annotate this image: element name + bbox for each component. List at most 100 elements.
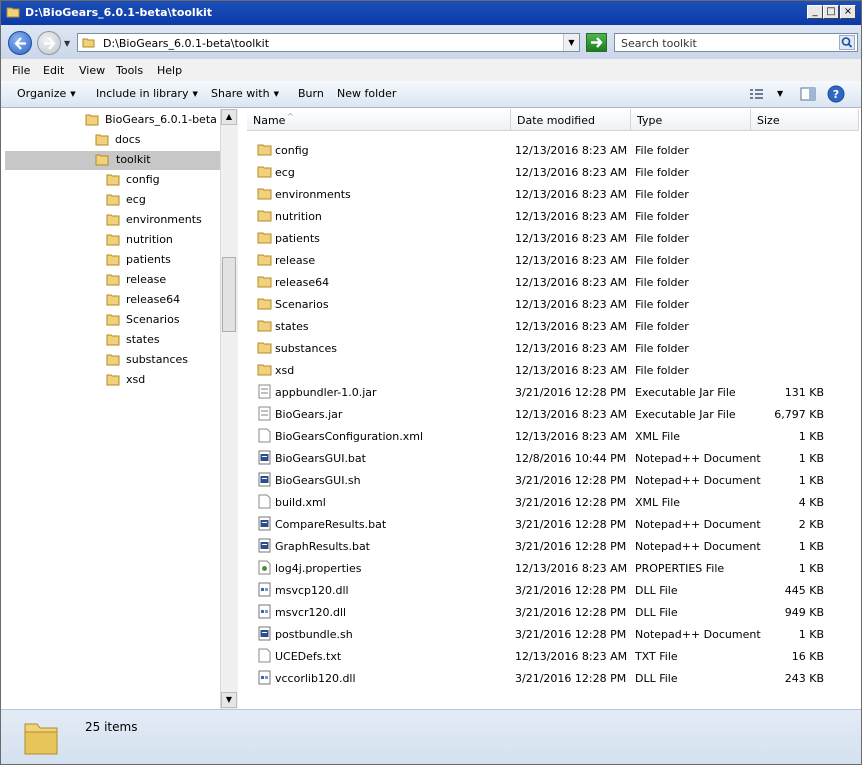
menu-help[interactable]: Help (157, 64, 182, 77)
file-row[interactable]: appbundler-1.0.jar 3/21/2016 12:28 PM Exec… (251, 381, 841, 403)
file-row[interactable]: GraphResults.bat 3/21/2016 12:28 PM Notepa… (251, 535, 841, 557)
file-row[interactable]: postbundle.sh 3/21/2016 12:28 PM Notepad++… (251, 623, 841, 645)
script-file-icon (258, 516, 271, 531)
file-row[interactable]: states 12/13/2016 8:23 AM File folder (251, 315, 841, 337)
file-row[interactable]: BioGearsConfiguration.xml 12/13/2016 8:23… (251, 425, 841, 447)
burn-button[interactable]: Burn (298, 87, 324, 100)
tree-item-release[interactable]: release (106, 271, 220, 290)
file-name: ecg (275, 166, 295, 179)
address-bar[interactable]: D:\BioGears_6.0.1-beta\toolkit ▼ (77, 33, 580, 52)
file-size: 1 KB (798, 474, 824, 487)
file-date: 12/13/2016 8:23 AM (515, 232, 628, 245)
column-header-type[interactable]: Type (631, 109, 751, 131)
back-button[interactable] (8, 31, 32, 55)
folder-icon (257, 342, 272, 354)
file-type: TXT File (635, 650, 678, 663)
file-row[interactable]: msvcr120.dll 3/21/2016 12:28 PM DLL File 94… (251, 601, 841, 623)
file-type: File folder (635, 232, 689, 245)
nav-scrollbar[interactable]: ▲ ▼ (220, 109, 238, 709)
help-icon[interactable]: ? (827, 85, 845, 103)
file-type: Executable Jar File (635, 386, 736, 399)
script-file-icon (258, 450, 271, 465)
folder-icon (257, 144, 272, 156)
search-input[interactable]: Search toolkit (614, 33, 858, 52)
file-row[interactable]: environments 12/13/2016 8:23 AM File folde… (251, 183, 841, 205)
file-row[interactable]: nutrition 12/13/2016 8:23 AM File folder (251, 205, 841, 227)
file-row[interactable]: xsd 12/13/2016 8:23 AM File folder (251, 359, 841, 381)
tree-item-config[interactable]: config (106, 171, 220, 190)
file-row[interactable]: ecg 12/13/2016 8:23 AM File folder (251, 161, 841, 183)
file-row[interactable]: config 12/13/2016 8:23 AM File folder (251, 139, 841, 161)
tree-item-environments[interactable]: environments (106, 211, 220, 230)
maximize-button[interactable]: □ (823, 5, 839, 19)
file-size: 949 KB (784, 606, 824, 619)
file-row[interactable]: build.xml 3/21/2016 12:28 PM XML File 4 KB (251, 491, 841, 513)
tree-item-docs[interactable]: docs (95, 131, 220, 150)
file-size: 445 KB (784, 584, 824, 597)
column-header-date[interactable]: Date modified (511, 109, 631, 131)
file-type: File folder (635, 144, 689, 157)
menu-view[interactable]: View (79, 64, 105, 77)
history-dropdown-icon[interactable]: ▼ (64, 39, 70, 48)
include-in-library-button[interactable]: Include in library ▼ (96, 87, 198, 100)
file-row[interactable]: release 12/13/2016 8:23 AM File folder (251, 249, 841, 271)
menu-file[interactable]: File (12, 64, 30, 77)
file-row[interactable]: BioGears.jar 12/13/2016 8:23 AM Executable… (251, 403, 841, 425)
details-pane: 25 items (1, 709, 861, 764)
column-header-size[interactable]: Size (751, 109, 859, 131)
organize-button[interactable]: Organize ▼ (17, 87, 76, 100)
file-row[interactable]: BioGearsGUI.sh 3/21/2016 12:28 PM Notepad+… (251, 469, 841, 491)
tree-item-nutrition[interactable]: nutrition (106, 231, 220, 250)
view-dropdown-icon[interactable]: ▼ (777, 89, 783, 98)
folder-icon (257, 232, 272, 244)
jar-file-icon (258, 384, 271, 399)
file-row[interactable]: patients 12/13/2016 8:23 AM File folder (251, 227, 841, 249)
tree-item-scenarios[interactable]: Scenarios (106, 311, 220, 330)
tree-item-release64[interactable]: release64 (106, 291, 220, 310)
file-name: BioGearsConfiguration.xml (275, 430, 423, 443)
tree-item-substances[interactable]: substances (106, 351, 220, 370)
file-row[interactable]: Scenarios 12/13/2016 8:23 AM File folder (251, 293, 841, 315)
file-name: Scenarios (275, 298, 329, 311)
file-row[interactable]: log4j.properties 12/13/2016 8:23 AM PROPER… (251, 557, 841, 579)
file-row[interactable]: UCEDefs.txt 12/13/2016 8:23 AM TXT File 16 … (251, 645, 841, 667)
new-folder-button[interactable]: New folder (337, 87, 396, 100)
preview-pane-icon[interactable] (800, 86, 816, 102)
minimize-button[interactable]: _ (807, 5, 823, 19)
title-bar[interactable]: D:\BioGears_6.0.1-beta\toolkit _ □ × (1, 1, 861, 25)
close-button[interactable]: × (840, 5, 856, 19)
scroll-down-icon[interactable]: ▼ (221, 692, 237, 708)
tree-item-root[interactable]: BioGears_6.0.1-beta (85, 111, 220, 130)
scroll-up-icon[interactable]: ▲ (221, 109, 237, 125)
file-row[interactable]: BioGearsGUI.bat 12/8/2016 10:44 PM Notepad… (251, 447, 841, 469)
forward-button[interactable] (37, 31, 61, 55)
column-header-name[interactable]: Name ^ (247, 109, 511, 131)
file-type: File folder (635, 276, 689, 289)
tree-item-label: toolkit (116, 153, 151, 166)
menu-tools[interactable]: Tools (116, 64, 143, 77)
share-with-button[interactable]: Share with ▼ (211, 87, 279, 100)
address-dropdown-icon[interactable]: ▼ (563, 34, 579, 51)
menu-edit[interactable]: Edit (43, 64, 64, 77)
view-options-icon[interactable] (749, 87, 765, 101)
file-row[interactable]: CompareResults.bat 3/21/2016 12:28 PM Note… (251, 513, 841, 535)
tree-item-toolkit[interactable]: toolkit (5, 151, 220, 170)
folder-icon (6, 7, 20, 18)
tree-item-label: substances (126, 353, 188, 366)
file-date: 12/13/2016 8:23 AM (515, 364, 628, 377)
file-type: File folder (635, 254, 689, 267)
file-row[interactable]: substances 12/13/2016 8:23 AM File folder (251, 337, 841, 359)
file-row[interactable]: release64 12/13/2016 8:23 AM File folder (251, 271, 841, 293)
tree-item-states[interactable]: states (106, 331, 220, 350)
tree-item-xsd[interactable]: xsd (106, 371, 220, 390)
item-count: 25 items (85, 720, 138, 734)
file-row[interactable]: vccorlib120.dll 3/21/2016 12:28 PM DLL Fil… (251, 667, 841, 689)
file-name: msvcr120.dll (275, 606, 347, 619)
go-button[interactable] (586, 33, 607, 52)
search-icon[interactable] (839, 35, 855, 50)
tree-item-ecg[interactable]: ecg (106, 191, 220, 210)
file-size: 131 KB (784, 386, 824, 399)
scroll-thumb[interactable] (222, 257, 236, 332)
file-row[interactable]: msvcp120.dll 3/21/2016 12:28 PM DLL File 44… (251, 579, 841, 601)
tree-item-patients[interactable]: patients (106, 251, 220, 270)
